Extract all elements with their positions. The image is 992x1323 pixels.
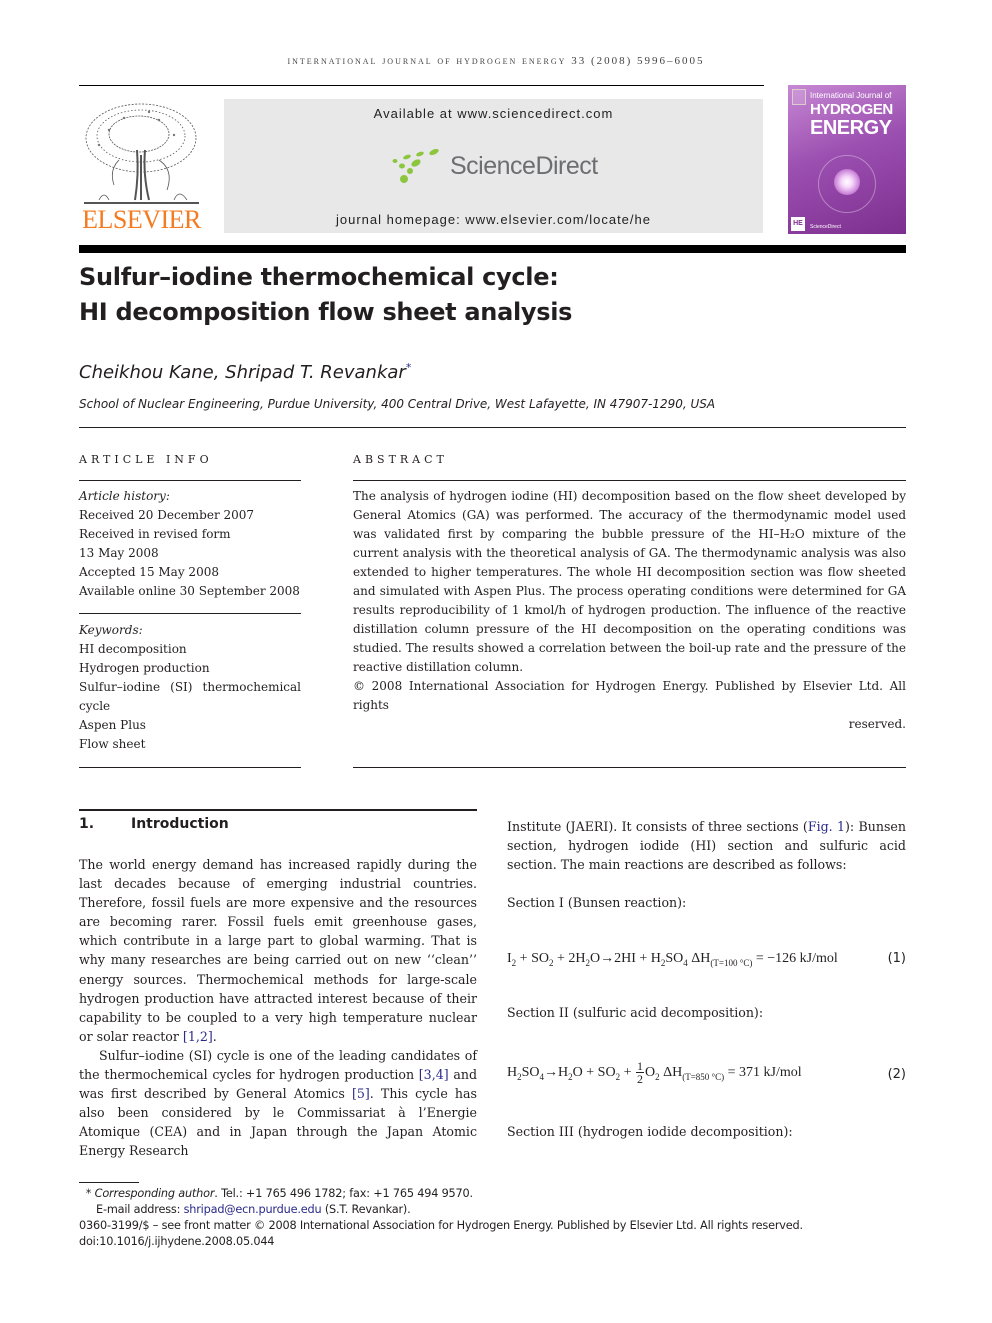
keyword-item: Sulfur–iodine (SI) thermochemical [79,680,301,694]
paragraph-text: Sulfur–iodine (SI) cycle is one of the l… [79,1047,477,1083]
elsevier-logo: ELSEVIER [79,100,204,235]
enthalpy-condition: (T=100 °C) [710,957,753,968]
sciencedirect-logo: ScienceDirect [390,149,598,183]
masthead-rule [79,245,906,253]
header-rule [79,85,764,86]
email-suffix: (S.T. Revankar). [321,1203,411,1216]
history-item: Received 20 December 2007 [79,508,255,522]
title-line-2: HI decomposition flow sheet analysis [79,298,573,326]
keyword-item: cycle [79,699,111,713]
journal-cover: International Journal of HYDROGEN ENERGY… [788,85,906,234]
equation-2: H2SO4→H2O + SO2 + 1 2 O2 ΔH(T=850 °C) = 37… [507,1060,906,1085]
paragraph-text: The world energy demand has increased ra… [79,857,477,1044]
citation-link[interactable]: [3,4] [419,1067,449,1082]
journal-homepage-text[interactable]: journal homepage: www.elsevier.com/locat… [224,212,763,227]
equation-1: I2 + SO2 + 2H2O→2HI + H2SO4 ΔH(T=100 °C)… [507,951,906,968]
enthalpy-value: = 371 kJ/mol [727,1064,802,1080]
affiliation: School of Nuclear Engineering, Purdue Un… [79,397,716,411]
footnote-mark: * [85,1187,92,1200]
copyright-line-2: reserved. [848,717,906,731]
email-note: E-mail address: shripad@ecn.purdue.edu (… [79,1202,803,1218]
figure-link[interactable]: Fig. 1 [808,819,845,834]
abstract-copyright: © 2008 International Association for Hyd… [353,677,906,734]
citation-link[interactable]: [1,2] [183,1029,213,1044]
intro-rule [79,809,477,811]
sciencedirect-dots-icon [392,149,439,183]
paragraph: The world energy demand has increased ra… [79,855,477,1046]
section-3-label: Section III (hydrogen iodide decompositi… [507,1124,793,1139]
copyright-line-1: © 2008 International Association for Hyd… [353,679,906,712]
article-info-bottom-rule [79,767,301,768]
article-history: Article history: Received 20 December 20… [79,487,301,601]
sciencedirect-banner: Available at www.sciencedirect.com Scien… [224,99,763,233]
contact-text: . Tel.: +1 765 496 1782; fax: +1 765 494… [214,1187,473,1200]
fraction-one-half: 12 [635,1059,644,1086]
keywords: Keywords: HI decomposition Hydrogen prod… [79,621,301,754]
keyword-item: HI decomposition [79,642,187,656]
section-1-label: Section I (Bunsen reaction): [507,895,687,910]
paragraph-text: . [212,1028,217,1044]
equation-number: (2) [887,1067,906,1082]
cover-title-line1: International Journal of [810,91,892,100]
footnote-rule [79,1182,139,1183]
history-item: Available online 30 September 2008 [79,584,300,598]
paragraph: Sulfur–iodine (SI) cycle is one of the l… [79,1046,477,1161]
front-matter: 0360-3199/$ – see front matter © 2008 In… [79,1219,803,1232]
author-names: Cheikhou Kane, Shripad T. Revankar [79,362,406,383]
abstract-rule [353,480,906,481]
article-title: Sulfur–iodine thermochemical cycle: HI d… [79,260,572,330]
history-item: 13 May 2008 [79,546,159,560]
cover-orb-graphic [834,169,860,195]
keywords-label: Keywords: [79,623,143,637]
equation-number: (1) [887,951,906,966]
abstract-bottom-rule [353,767,906,768]
section-number: 1. [79,816,95,832]
corresponding-author-mark[interactable]: * [406,361,412,374]
corresponding-label: Corresponding author [94,1187,215,1200]
title-line-1: Sulfur–iodine thermochemical cycle: [79,263,559,291]
keywords-rule [79,613,301,614]
section-title: Introduction [131,816,229,832]
abstract-text: The analysis of hydrogen iodine (HI) dec… [353,489,906,674]
section-heading: 1. Introduction [79,816,229,832]
enthalpy-condition: (T=850 °C) [682,1071,725,1082]
history-item: Received in revised form [79,527,231,541]
article-info-heading: ARTICLE INFO [79,453,213,466]
history-item: Accepted 15 May 2008 [79,565,219,579]
left-column: The world energy demand has increased ra… [79,855,477,1161]
citation-link[interactable]: [5] [352,1086,370,1101]
elsevier-tree-icon [84,103,199,204]
equation-body: H2SO4→H2O + SO2 + 1 2 O2 ΔH(T=850 °C) = 37… [507,1059,802,1086]
elsevier-wordmark: ELSEVIER [82,205,201,234]
history-label: Article history: [79,489,170,503]
doi[interactable]: doi:10.1016/j.ijhydene.2008.05.044 [79,1234,803,1250]
right-column: Institute (JAERI). It consists of three … [507,817,906,874]
section-2-label: Section II (sulfuric acid decomposition)… [507,1005,764,1020]
enthalpy-value: = −126 kJ/mol [755,951,838,966]
authors: Cheikhou Kane, Shripad T. Revankar* [79,361,411,383]
cover-title-line3: ENERGY [810,117,892,139]
keyword-item: Flow sheet [79,737,146,751]
paragraph-text: Institute (JAERI). It consists of three … [507,819,808,834]
cover-he-badge: HE [791,217,805,231]
paragraph: Institute (JAERI). It consists of three … [507,817,906,874]
email-link[interactable]: shripad@ecn.purdue.edu [184,1203,322,1216]
cover-title-line2: HYDROGEN [810,101,893,118]
footnotes: * Corresponding author. Tel.: +1 765 496… [79,1186,803,1250]
running-head: INTERNATIONAL JOURNAL OF HYDROGEN ENERGY… [287,55,705,67]
title-rule [79,427,906,428]
keyword-item: Hydrogen production [79,661,210,675]
email-label: E-mail address: [96,1203,184,1216]
corresponding-author-note: * Corresponding author. Tel.: +1 765 496… [79,1186,803,1202]
abstract-heading: ABSTRACT [353,453,448,466]
sciencedirect-wordmark: ScienceDirect [450,151,598,180]
cover-sciencedirect: ScienceDirect [810,224,841,230]
availability-text[interactable]: Available at www.sciencedirect.com [224,106,763,121]
article-info-rule [79,480,301,481]
keyword-item: Aspen Plus [79,718,146,732]
equation-body: I2 + SO2 + 2H2O→2HI + H2SO4 ΔH(T=100 °C)… [507,951,838,968]
cover-elsevier-box [792,89,806,105]
abstract: The analysis of hydrogen iodine (HI) dec… [353,487,906,734]
